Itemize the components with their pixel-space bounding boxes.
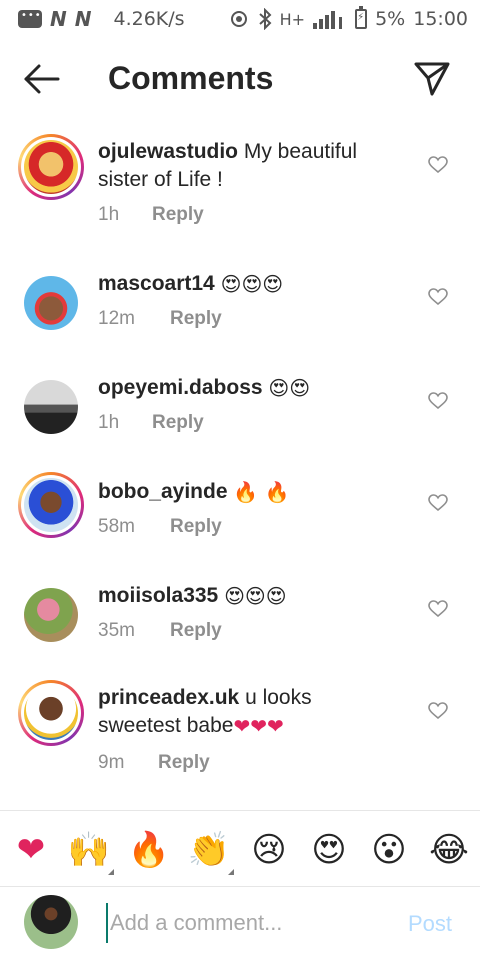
comment-time: 35m bbox=[98, 620, 135, 641]
notification-n-icon-2: N bbox=[74, 7, 92, 31]
like-heart-icon[interactable] bbox=[428, 600, 448, 618]
like-heart-icon[interactable] bbox=[428, 494, 448, 512]
message-notification-icon bbox=[18, 10, 42, 28]
comment-emoji: ❤❤❤ bbox=[233, 714, 284, 739]
like-heart-icon[interactable] bbox=[428, 392, 448, 410]
battery-icon bbox=[355, 6, 368, 29]
avatar bbox=[24, 380, 78, 434]
status-bar: N N 4.26K/s H+ 5% 15:00 bbox=[0, 0, 480, 38]
reply-button[interactable]: Reply bbox=[170, 620, 222, 642]
reply-button[interactable]: Reply bbox=[170, 308, 222, 330]
clock: 15:00 bbox=[413, 8, 468, 30]
laughing-emoji-button[interactable]: 😂 bbox=[428, 829, 470, 871]
comment-meta: 1h Reply bbox=[98, 412, 204, 434]
bluetooth-icon bbox=[258, 8, 272, 30]
comment-time: 12m bbox=[98, 308, 135, 329]
skin-tone-indicator bbox=[228, 869, 234, 875]
avatar bbox=[24, 686, 78, 740]
surprised-emoji-button[interactable]: 😮 bbox=[368, 829, 410, 871]
notification-n-icon: N bbox=[50, 7, 67, 31]
add-comment-input[interactable] bbox=[106, 903, 386, 943]
raised-hands-emoji: 🙌 bbox=[67, 830, 111, 870]
like-heart-icon[interactable] bbox=[428, 288, 448, 306]
comment-username[interactable]: princeadex.uk bbox=[98, 686, 239, 709]
post-button[interactable]: Post bbox=[408, 911, 452, 937]
skin-tone-indicator bbox=[108, 869, 114, 875]
back-arrow-icon[interactable] bbox=[22, 62, 62, 96]
battery-level: 5% bbox=[375, 8, 406, 30]
comment-input-bar: Post bbox=[0, 886, 480, 960]
reply-button[interactable]: Reply bbox=[158, 752, 210, 774]
fire-emoji-button[interactable]: 🔥 bbox=[128, 829, 170, 871]
comment-text: mascoart14 😍😍😍 bbox=[98, 270, 398, 298]
network-speed: 4.26K/s bbox=[113, 8, 185, 30]
avatar-story-ring[interactable] bbox=[18, 134, 84, 200]
comment-meta: 9m Reply bbox=[98, 752, 210, 774]
hotspot-icon bbox=[230, 11, 247, 27]
comment-username[interactable]: ojulewastudio bbox=[98, 140, 238, 163]
comment-time: 1h bbox=[98, 412, 120, 433]
comment-meta: 1h Reply bbox=[98, 204, 204, 226]
comment-emoji: 😍😍😍 bbox=[224, 584, 287, 609]
like-heart-icon[interactable] bbox=[428, 156, 448, 174]
comment-time: 58m bbox=[98, 516, 135, 537]
avatar bbox=[24, 588, 78, 642]
reply-button[interactable]: Reply bbox=[152, 412, 204, 434]
comment-text: princeadex.uk u looks sweetest babe❤❤❤ bbox=[98, 684, 398, 740]
avatar-story-ring[interactable] bbox=[18, 680, 84, 746]
comment-time: 1h bbox=[98, 204, 120, 225]
avatar bbox=[24, 276, 78, 330]
reply-button[interactable]: Reply bbox=[170, 516, 222, 538]
comment-username[interactable]: opeyemi.daboss bbox=[98, 376, 263, 399]
page-title: Comments bbox=[108, 60, 274, 96]
comment-text: bobo_ayinde 🔥 🔥 bbox=[98, 478, 398, 506]
direct-send-icon[interactable] bbox=[412, 58, 452, 98]
avatar-wrap[interactable] bbox=[18, 270, 84, 336]
raised-hands-emoji-button[interactable]: 🙌 bbox=[67, 829, 114, 875]
avatar-wrap[interactable] bbox=[18, 582, 84, 648]
comment-meta: 58m Reply bbox=[98, 516, 222, 538]
heart-emoji-button[interactable]: ❤ bbox=[10, 829, 52, 871]
avatar-wrap[interactable] bbox=[18, 374, 84, 440]
comment-text: opeyemi.daboss 😍😍 bbox=[98, 374, 398, 402]
comment-meta: 35m Reply bbox=[98, 620, 222, 642]
crying-emoji-button[interactable]: 😢 bbox=[248, 829, 290, 871]
comment-emoji: 😍😍😍 bbox=[220, 272, 284, 297]
emoji-quick-bar: ❤ 🙌 🔥 👏 😢 😍 😮 😂 bbox=[0, 810, 480, 886]
comment-username[interactable]: moiisola335 bbox=[98, 584, 218, 607]
avatar-story-ring[interactable] bbox=[18, 472, 84, 538]
signal-icon bbox=[313, 11, 343, 29]
comment-emoji: 😍😍 bbox=[268, 376, 311, 401]
comment-username[interactable]: mascoart14 bbox=[98, 272, 215, 295]
heart-eyes-emoji-button[interactable]: 😍 bbox=[308, 829, 350, 871]
comment-time: 9m bbox=[98, 752, 125, 773]
comment-meta: 12m Reply bbox=[98, 308, 222, 330]
comment-username[interactable]: bobo_ayinde bbox=[98, 480, 228, 503]
clap-emoji-button[interactable]: 👏 bbox=[187, 829, 234, 875]
avatar bbox=[24, 478, 78, 532]
avatar bbox=[24, 140, 78, 194]
network-type: H+ bbox=[279, 9, 306, 29]
comment-text: moiisola335 😍😍😍 bbox=[98, 582, 398, 610]
header: Comments bbox=[0, 48, 480, 110]
comment-emoji: 🔥 🔥 bbox=[233, 480, 290, 505]
comment-text: ojulewastudio My beautiful sister of Lif… bbox=[98, 138, 398, 194]
clap-emoji: 👏 bbox=[187, 830, 231, 870]
like-heart-icon[interactable] bbox=[428, 702, 448, 720]
reply-button[interactable]: Reply bbox=[152, 204, 204, 226]
current-user-avatar bbox=[24, 895, 78, 949]
